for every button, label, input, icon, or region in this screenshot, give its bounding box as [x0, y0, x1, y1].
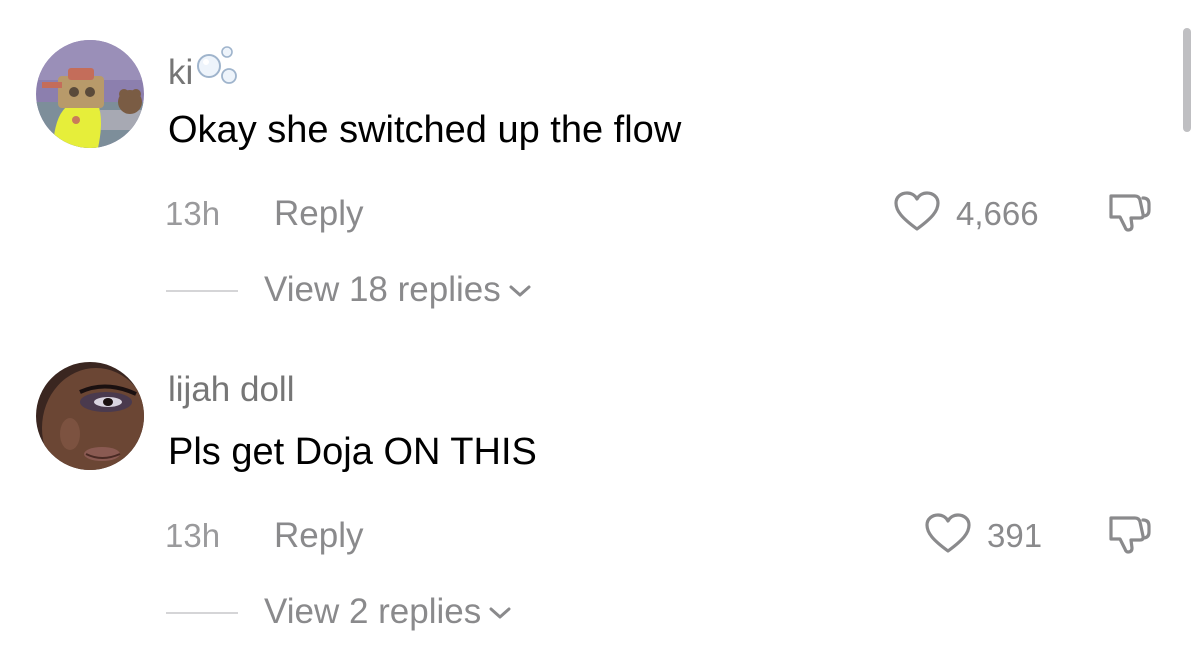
timestamp: 13h — [165, 195, 221, 232]
thumbs-down-icon — [1103, 190, 1153, 239]
dislike-button[interactable] — [1102, 514, 1154, 558]
divider-line — [166, 612, 238, 614]
divider-line — [166, 290, 238, 292]
scrollbar[interactable] — [1183, 28, 1191, 132]
avatar[interactable] — [36, 40, 144, 148]
avatar[interactable] — [36, 362, 144, 470]
like-button[interactable]: 4,666 — [892, 190, 1039, 239]
comment-text: Pls get Doja ON THIS — [168, 431, 537, 473]
username[interactable]: ki — [168, 46, 243, 101]
like-count: 4,666 — [956, 195, 1039, 232]
reply-button[interactable]: Reply — [274, 192, 363, 236]
chevron-down-icon — [487, 590, 513, 634]
bubbles-emoji-icon — [195, 44, 243, 97]
dislike-button[interactable] — [1102, 192, 1154, 236]
username[interactable]: lijah doll — [168, 370, 294, 410]
chevron-down-icon — [507, 268, 533, 312]
view-replies-button[interactable]: View 2 replies — [264, 590, 513, 634]
comment-text: Okay she switched up the flow — [168, 109, 682, 151]
view-replies-row: View 2 replies — [0, 590, 700, 634]
view-replies-row: View 18 replies — [0, 268, 700, 312]
like-button[interactable]: 391 — [923, 512, 1043, 561]
reply-button[interactable]: Reply — [274, 514, 363, 558]
heart-icon — [923, 512, 973, 561]
timestamp: 13h — [165, 517, 221, 554]
avatar-cartoon-image — [36, 40, 144, 148]
view-replies-label: View 2 replies — [264, 592, 482, 631]
view-replies-label: View 18 replies — [264, 270, 501, 309]
comment-actions: 13h Reply 391 — [0, 512, 1200, 561]
thumbs-down-icon — [1103, 512, 1153, 561]
like-count: 391 — [987, 517, 1043, 554]
heart-icon — [892, 190, 942, 239]
username-text: ki — [168, 52, 194, 92]
comment-actions: 13h Reply 4,666 — [0, 190, 1200, 239]
view-replies-button[interactable]: View 18 replies — [264, 268, 533, 312]
avatar-portrait-image — [36, 362, 144, 470]
